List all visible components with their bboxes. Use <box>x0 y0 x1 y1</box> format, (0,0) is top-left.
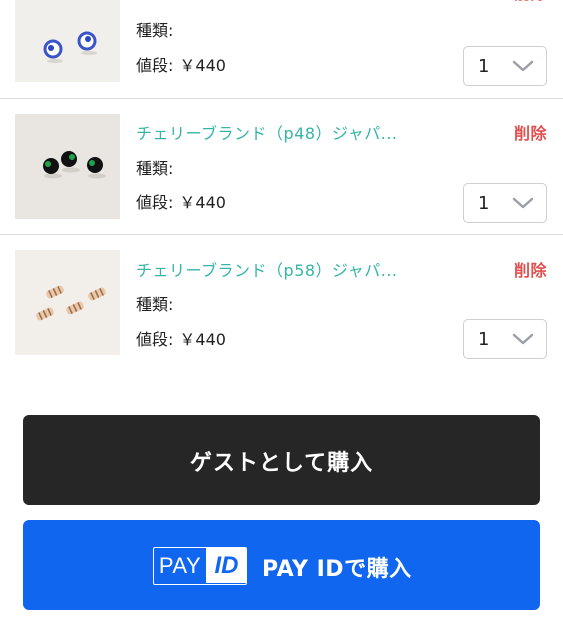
price-label: 値段: <box>136 56 174 75</box>
guest-purchase-button[interactable]: ゲストとして購入 <box>23 415 540 505</box>
quantity-select[interactable]: 1 <box>463 46 547 86</box>
product-image[interactable] <box>15 250 120 355</box>
price-row: 値段: ￥440 <box>136 189 226 213</box>
cart-item: チェリーブランド（p58）ジャパ... 削除 種類: 値段: ￥440 1 <box>0 235 563 372</box>
cart-item: チェリーブランド（p48）ジャパ... 削除 種類: 値段: ￥440 1 <box>0 98 563 235</box>
cart-item: 削除 種類: 値段: ￥440 1 <box>0 0 563 99</box>
price-label: 値段: <box>136 193 174 212</box>
price-value: ￥440 <box>179 330 226 349</box>
quantity-value: 1 <box>478 193 490 214</box>
product-image[interactable] <box>15 114 120 219</box>
payid-logo: PAY ID <box>153 547 247 585</box>
delete-link[interactable]: 削除 <box>514 120 547 144</box>
kind-label: 種類: <box>136 295 174 314</box>
chevron-down-icon <box>512 197 534 209</box>
price-value: ￥440 <box>179 56 226 75</box>
product-image[interactable] <box>15 0 120 82</box>
price-row: 値段: ￥440 <box>136 52 226 76</box>
quantity-select[interactable]: 1 <box>463 319 547 359</box>
payid-purchase-button[interactable]: PAY ID PAY IDで購入 <box>23 520 540 610</box>
quantity-value: 1 <box>478 56 490 77</box>
kind-label: 種類: <box>136 159 174 178</box>
delete-link[interactable]: 削除 <box>514 257 547 281</box>
price-value: ￥440 <box>179 193 226 212</box>
product-title[interactable]: チェリーブランド（p48）ジャパ... <box>136 120 398 144</box>
chevron-down-icon <box>512 60 534 72</box>
chevron-down-icon <box>512 333 534 345</box>
payid-logo-id: ID <box>206 548 246 583</box>
product-title[interactable]: チェリーブランド（p58）ジャパ... <box>136 257 398 281</box>
price-label: 値段: <box>136 330 174 349</box>
quantity-value: 1 <box>478 329 490 350</box>
payid-logo-pay: PAY <box>158 553 202 578</box>
price-row: 値段: ￥440 <box>136 326 226 350</box>
guest-purchase-label: ゲストとして購入 <box>189 451 374 476</box>
quantity-select[interactable]: 1 <box>463 183 547 223</box>
payid-purchase-label: PAY IDで購入 <box>262 557 412 582</box>
kind-label: 種類: <box>136 21 174 40</box>
delete-link[interactable]: 削除 <box>514 0 547 4</box>
